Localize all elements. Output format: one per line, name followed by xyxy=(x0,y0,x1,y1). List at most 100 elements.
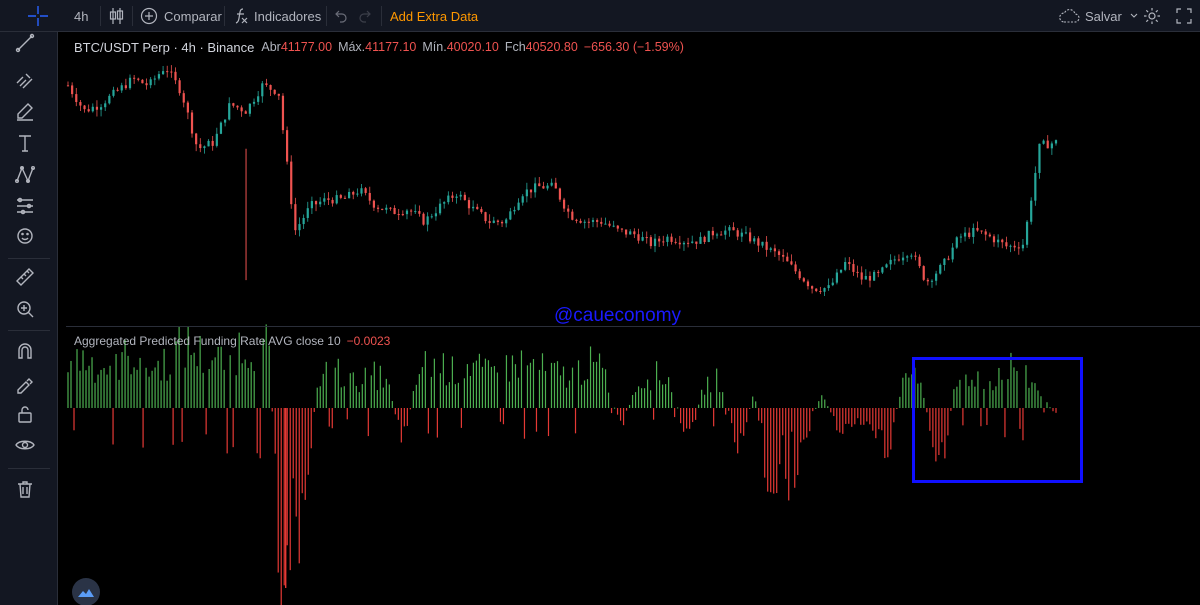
prediction-tool-icon[interactable] xyxy=(14,195,46,223)
candle-body xyxy=(583,221,586,223)
funding-bar xyxy=(782,408,784,436)
funding-bar xyxy=(538,369,541,408)
funding-bar xyxy=(127,355,129,408)
symbol-title[interactable]: BTC/USDT Perp · 4h · Binance xyxy=(74,40,254,55)
funding-bar xyxy=(824,399,826,408)
candle-body xyxy=(790,261,793,265)
funding-bar xyxy=(646,379,649,408)
funding-bar xyxy=(601,367,604,408)
funding-bar xyxy=(779,408,781,465)
candle-body xyxy=(447,195,450,203)
ruler-icon[interactable] xyxy=(14,266,46,294)
funding-bar xyxy=(875,408,877,439)
zoom-in-icon[interactable] xyxy=(14,298,46,326)
magnet-icon[interactable] xyxy=(14,340,46,368)
indicator-name[interactable]: Aggregated Predicted Funding Rate AVG cl… xyxy=(74,334,341,348)
candle-body xyxy=(624,229,628,235)
funding-bar xyxy=(788,408,790,501)
candle-body xyxy=(1046,140,1049,149)
funding-bar xyxy=(695,408,697,420)
chevron-down-icon xyxy=(1130,13,1138,18)
funding-bar xyxy=(451,356,453,408)
add-extra-data-button[interactable]: Add Extra Data xyxy=(390,0,478,32)
candle-body xyxy=(761,241,764,246)
candle-body xyxy=(294,204,297,231)
settings-gear-icon[interactable] xyxy=(1142,0,1162,32)
candle-body xyxy=(389,207,392,209)
funding-bar xyxy=(707,376,709,408)
function-icon xyxy=(235,8,248,24)
funding-bar xyxy=(827,406,829,408)
highlight-box xyxy=(912,357,1083,483)
text-tool-icon[interactable] xyxy=(14,132,46,160)
lock-drawings-icon[interactable] xyxy=(14,372,46,400)
funding-bar xyxy=(544,370,547,408)
trend-line-icon[interactable] xyxy=(14,32,46,60)
emoji-icon[interactable] xyxy=(14,225,46,253)
funding-bar xyxy=(550,362,553,408)
funding-bar xyxy=(328,408,330,427)
candle-body xyxy=(137,78,140,80)
redo-icon[interactable] xyxy=(358,0,372,32)
candle-body xyxy=(1025,221,1029,245)
candle-body xyxy=(901,257,905,261)
pitchfork-icon[interactable] xyxy=(14,68,46,96)
funding-bar xyxy=(770,408,772,493)
funding-bar xyxy=(493,366,496,408)
compare-button[interactable]: Comparar xyxy=(140,0,222,32)
funding-bar xyxy=(884,408,886,459)
undo-icon[interactable] xyxy=(334,0,348,32)
candles-style-icon[interactable] xyxy=(108,0,126,32)
funding-bar xyxy=(541,353,544,408)
candle-body xyxy=(190,112,194,134)
funding-bar xyxy=(839,408,841,433)
candle-body xyxy=(534,183,537,193)
candle-body xyxy=(827,285,830,289)
candle-body xyxy=(1013,245,1016,248)
pattern-tool-icon[interactable] xyxy=(14,163,46,191)
fullscreen-icon[interactable] xyxy=(1176,0,1192,32)
funding-bar xyxy=(535,408,538,432)
candle-body xyxy=(438,203,442,214)
tradingview-logo-icon[interactable] xyxy=(72,578,100,605)
funding-bar xyxy=(229,355,231,408)
funding-bar xyxy=(571,367,574,408)
funding-bar xyxy=(896,408,898,409)
funding-bar xyxy=(400,408,402,443)
interval-button[interactable]: 4h xyxy=(74,0,88,32)
funding-bar xyxy=(301,408,303,494)
candle-body xyxy=(451,195,454,198)
trash-icon[interactable] xyxy=(14,478,46,506)
funding-bar xyxy=(746,408,748,423)
candle-body xyxy=(662,241,665,243)
lock-icon[interactable] xyxy=(14,403,46,431)
candle-body xyxy=(500,221,504,224)
funding-bar xyxy=(112,408,114,445)
candle-body xyxy=(120,85,123,91)
candle-body xyxy=(893,259,896,261)
candle-body xyxy=(223,119,227,123)
funding-bar xyxy=(668,377,670,408)
brush-icon[interactable] xyxy=(14,100,46,128)
indicators-button[interactable]: Indicadores xyxy=(233,0,321,32)
candle-body xyxy=(806,281,810,287)
candle-body xyxy=(839,269,843,273)
eye-icon[interactable] xyxy=(14,434,46,462)
funding-bar xyxy=(655,361,658,408)
candle-body xyxy=(906,256,909,258)
funding-bar xyxy=(349,373,351,408)
funding-bar xyxy=(412,391,414,408)
crosshair-tool-icon[interactable] xyxy=(24,0,52,32)
candle-body xyxy=(476,206,479,210)
funding-bar xyxy=(220,346,222,408)
funding-bar xyxy=(307,408,309,475)
candle-body xyxy=(529,189,533,193)
funding-bar xyxy=(121,352,123,408)
funding-bar xyxy=(379,365,381,408)
candle-body xyxy=(95,106,99,110)
candle-body xyxy=(71,85,74,95)
save-button[interactable]: Salvar xyxy=(1058,0,1138,32)
funding-bar xyxy=(205,408,207,435)
funding-bar xyxy=(562,366,565,408)
candle-body xyxy=(612,225,615,227)
